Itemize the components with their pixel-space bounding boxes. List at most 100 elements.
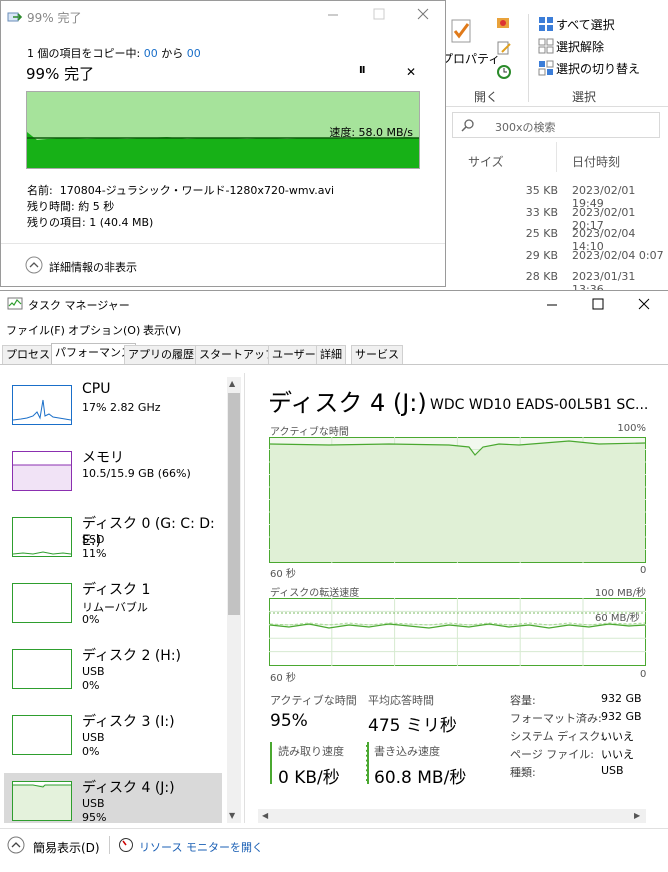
disk-property-label: システム ディスク: [510, 730, 605, 743]
scroll-up-icon[interactable]: ▲ [229, 379, 235, 388]
read-speed-indicator [270, 742, 272, 784]
remaining-time: 残り時間: 約 5 秒 [27, 200, 115, 213]
maximize-button[interactable] [371, 7, 387, 21]
chart1-axis-left: 60 秒 [270, 569, 296, 580]
sidebar-item-disk-2[interactable]: ディスク 2 (H:) USB 0% [4, 641, 222, 704]
details-toggle-link[interactable]: 詳細情報の非表示 [49, 259, 137, 275]
chart2-axis-right: 0 [640, 669, 647, 680]
invert-selection-button[interactable]: 選択の切り替え [556, 60, 640, 77]
history-icon[interactable] [496, 64, 512, 83]
menu-file[interactable]: ファイル(F) [6, 322, 65, 338]
properties-check-icon[interactable] [450, 18, 474, 44]
sidebar-item-detail: SSD [82, 533, 105, 546]
menu-view[interactable]: 表示(V) [143, 322, 181, 338]
open-menu-icon[interactable] [496, 16, 512, 33]
file-size: 28 KB [525, 270, 558, 283]
ribbon-divider [528, 14, 529, 102]
transfer-chart-max: 100 MB/秒 [594, 588, 646, 599]
sidebar-item-disk-3[interactable]: ディスク 3 (I:) USB 0% [4, 707, 222, 770]
avg-response-label: 平均応答時間 [368, 694, 434, 707]
write-speed-label: 書き込み速度 [374, 745, 440, 758]
close-window-button[interactable] [415, 7, 431, 21]
properties-button[interactable]: プロパティ [441, 50, 500, 67]
tab-strip-border [0, 364, 668, 365]
task-manager-icon [7, 297, 23, 314]
transfer-rate-chart [269, 598, 646, 666]
file-size: 33 KB [525, 205, 558, 219]
sidebar-item-title: ディスク 3 (I:) [82, 714, 175, 730]
select-none-button[interactable]: 選択解除 [556, 38, 604, 55]
progress-title: 99% 完了 [26, 65, 95, 83]
disk-model: WDC WD10 EADS-00L5B1 SC... [430, 397, 649, 413]
performance-sidebar: CPU 17% 2.82 GHz メモリ 10.5/15.9 GB (66%) ディスク… [0, 373, 244, 823]
task-manager-title: タスク マネージャー [28, 299, 130, 312]
disk-property-value: USB [601, 764, 624, 777]
sidebar-item-usage: 0% [82, 679, 100, 692]
copy-progress-dialog: 99% 完了 1 個の項目をコピー中: 00 から 00 99% 完了 II ✕… [0, 0, 446, 287]
disk-thumbnail-graph [12, 781, 72, 821]
cancel-copy-button[interactable]: ✕ [406, 65, 416, 79]
task-manager-window: タスク マネージャー ファイル(F) オプション(O) 表示(V) プロセス パ… [0, 290, 668, 872]
tab-details[interactable]: 詳細 [316, 345, 346, 364]
ribbon-group-select: 選択 [572, 90, 597, 104]
avg-response-value: 475 ミリ秒 [368, 716, 457, 736]
search-box[interactable]: 300xの検索 [452, 112, 660, 138]
active-time-chart-label: アクティブな時間 [270, 427, 349, 438]
search-icon [461, 118, 475, 135]
sidebar-scrollbar[interactable]: ▲ ▼ [227, 377, 241, 823]
sidebar-item-disk-4[interactable]: ディスク 4 (J:) USB 95% [4, 773, 222, 823]
footer-divider [0, 828, 668, 829]
active-time-label: アクティブな時間 [270, 694, 357, 707]
copy-status-line: 1 個の項目をコピー中: 00 から 00 [27, 47, 201, 60]
disk-property-value: 932 GB [601, 710, 642, 723]
column-divider [556, 142, 557, 172]
file-date: 2023/02/04 0:07 [572, 248, 664, 262]
memory-thumbnail-graph [12, 451, 72, 491]
sidebar-item-usage: 0% [82, 745, 100, 758]
menu-options[interactable]: オプション(O) [68, 322, 140, 338]
tm-minimize-button[interactable] [544, 297, 560, 311]
sidebar-item-cpu[interactable]: CPU 17% 2.82 GHz [4, 377, 222, 440]
scroll-thumb[interactable] [228, 393, 240, 615]
disk-property-label: 容量: [510, 694, 536, 707]
tab-users[interactable]: ユーザー [268, 345, 320, 364]
fewer-details-link[interactable]: 簡易表示(D) [33, 839, 100, 856]
column-header-date[interactable]: 日付時刻 [572, 153, 620, 170]
scroll-right-icon[interactable]: ▶ [634, 811, 640, 820]
edit-icon[interactable] [496, 40, 512, 59]
column-header-size[interactable]: サイズ [468, 153, 504, 170]
destination-folder-link[interactable]: 00 [187, 47, 201, 60]
scroll-down-icon[interactable]: ▼ [229, 811, 235, 820]
pause-button[interactable]: II [359, 65, 366, 76]
source-folder-link[interactable]: 00 [144, 47, 158, 60]
read-speed-label: 読み取り速度 [278, 745, 344, 758]
disk-property-label: 種類: [510, 766, 536, 779]
tm-close-button[interactable] [636, 297, 652, 311]
file-explorer-window: プロパティ すべて選択 選択解除 選択の切り替え 開く 選択 300xの検索 サ… [440, 0, 668, 296]
chart2-axis-left: 60 秒 [270, 673, 296, 684]
disk-property-label: ページ ファイル: [510, 748, 594, 761]
minimize-button[interactable] [325, 7, 341, 21]
transfer-reference-label: 60 MB/秒 [595, 613, 640, 624]
sidebar-item-memory[interactable]: メモリ 10.5/15.9 GB (66%) [4, 443, 222, 506]
footer-separator [109, 836, 110, 854]
disk-thumbnail-graph [12, 715, 72, 755]
main-hscrollbar[interactable]: ◀ ▶ [258, 809, 646, 823]
disk-thumbnail-graph [12, 583, 72, 623]
sidebar-item-disk-0[interactable]: ディスク 0 (G: C: D: E:) SSD 11% [4, 509, 222, 572]
file-name-row: 名前: 170804-ジュラシック・ワールド-1280x720-wmv.avi [27, 184, 335, 197]
sidebar-divider [244, 373, 245, 823]
scroll-left-icon[interactable]: ◀ [262, 811, 268, 820]
sidebar-item-disk-1[interactable]: ディスク 1 リムーバブル 0% [4, 575, 222, 638]
fewer-details-icon[interactable] [7, 836, 25, 857]
sidebar-item-title: ディスク 1 [82, 582, 151, 598]
tm-maximize-button[interactable] [590, 297, 606, 311]
disk-property-value: いいえ [601, 730, 634, 743]
collapse-details-icon[interactable] [25, 256, 43, 277]
tab-services[interactable]: サービス [351, 345, 403, 364]
sidebar-item-title: ディスク 4 (J:) [82, 780, 175, 796]
select-all-button[interactable]: すべて選択 [556, 16, 615, 33]
tab-app-history[interactable]: アプリの履歴 [124, 345, 198, 364]
tab-processes[interactable]: プロセス [2, 345, 54, 364]
resource-monitor-link[interactable]: リソース モニターを開く [139, 839, 263, 855]
